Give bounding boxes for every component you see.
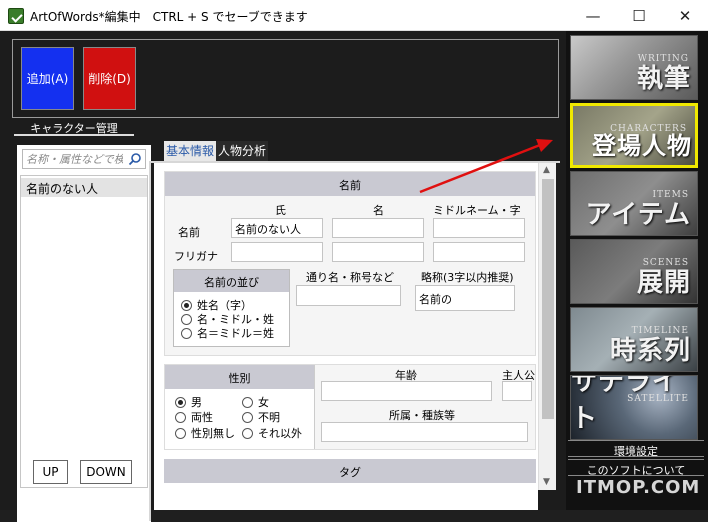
gender-option-label: 女 <box>258 396 269 409</box>
col-family-label: 氏 <box>275 204 286 217</box>
given-name-field[interactable] <box>332 218 424 238</box>
up-button[interactable]: UP <box>33 460 68 484</box>
radio-selected-icon <box>175 396 186 408</box>
title-bar: ArtOfWords*編集中 CTRL + S でセーブできます — ☐ ✕ <box>0 0 708 31</box>
down-button[interactable]: DOWN <box>80 460 132 484</box>
gender-group: 性別 男 女 両性 不明 性別無し それ以外 <box>165 365 315 449</box>
list-item[interactable]: 名前のない人 <box>21 178 147 197</box>
nav-items-jp: アイテム <box>585 200 691 230</box>
tab-character-analysis[interactable]: 人物分析 <box>216 141 269 161</box>
scroll-thumb[interactable] <box>542 179 554 419</box>
gender-title: 性別 <box>165 365 314 389</box>
order-option-label: 名＝ミドル＝姓 <box>197 327 274 340</box>
character-manager-label: キャラクター管理 <box>14 120 134 136</box>
maximize-button[interactable]: ☐ <box>616 0 662 31</box>
search-icon[interactable] <box>128 152 142 166</box>
alias-field[interactable] <box>296 285 401 306</box>
action-panel: 追加(A) 削除(D) <box>12 39 559 118</box>
nav-writing[interactable]: WRITING 執筆 <box>570 35 698 100</box>
nav-characters[interactable]: CHARACTERS 登場人物 <box>570 103 698 168</box>
radio-icon <box>175 411 186 423</box>
form-scrollbar[interactable]: ▲ ▼ <box>538 163 556 490</box>
affiliation-label: 所属・種族等 <box>389 409 455 422</box>
gender-option-other[interactable]: それ以外 <box>242 425 302 441</box>
gender-option-unknown[interactable]: 不明 <box>242 409 280 425</box>
name-section: 名前 氏 名 ミドルネーム・字 名前 フリガナ 名前のない人 名前の並び 姓名（… <box>164 171 536 356</box>
gender-option-none[interactable]: 性別無し <box>175 425 235 441</box>
nav-satellite[interactable]: SATELLITE サテライト <box>570 375 698 440</box>
nav-scenes[interactable]: SCENES 展開 <box>570 239 698 304</box>
abbreviation-label: 略称(3字以内推奨) <box>421 271 514 284</box>
about-button[interactable]: このソフトについて <box>568 459 704 477</box>
nav-scenes-jp: 展開 <box>636 268 691 298</box>
family-name-field[interactable]: 名前のない人 <box>231 218 323 238</box>
radio-icon <box>175 427 186 439</box>
name-order-title: 名前の並び <box>174 270 289 292</box>
age-field[interactable] <box>321 381 492 401</box>
tab-basic-info[interactable]: 基本情報 <box>164 141 217 161</box>
col-given-label: 名 <box>373 204 384 217</box>
name-row-label: 名前 <box>178 226 200 239</box>
radio-icon <box>242 427 253 439</box>
order-option-3[interactable]: 名＝ミドル＝姓 <box>181 325 274 341</box>
gender-option-label: 性別無し <box>191 427 235 440</box>
search-box <box>22 149 146 169</box>
character-panel: 名前のない人 UP DOWN <box>17 145 151 522</box>
alias-label: 通り名・称号など <box>306 271 394 284</box>
furigana-family-field[interactable] <box>231 242 323 262</box>
search-input[interactable] <box>23 150 123 168</box>
navigation-sidebar: WRITING 執筆 CHARACTERS 登場人物 ITEMS アイテム SC… <box>566 31 708 510</box>
gender-option-label: それ以外 <box>258 427 302 440</box>
gender-section: 性別 男 女 両性 不明 性別無し それ以外 年齢 主人公 所属・種族等 <box>164 364 536 450</box>
minimize-button[interactable]: — <box>570 0 616 31</box>
add-button[interactable]: 追加(A) <box>21 47 74 110</box>
close-button[interactable]: ✕ <box>662 0 708 31</box>
character-list: 名前のない人 <box>20 175 148 488</box>
affiliation-field[interactable] <box>321 422 528 442</box>
middle-name-field[interactable] <box>433 218 525 238</box>
nav-writing-jp: 執筆 <box>636 64 691 94</box>
settings-button[interactable]: 環境設定 <box>568 440 704 458</box>
furigana-given-field[interactable] <box>332 242 424 262</box>
gender-option-female[interactable]: 女 <box>242 394 269 410</box>
nav-satellite-jp: サテライト <box>571 375 680 434</box>
app-icon <box>8 8 24 24</box>
form-area: 名前 氏 名 ミドルネーム・字 名前 フリガナ 名前のない人 名前の並び 姓名（… <box>154 163 538 510</box>
furigana-middle-field[interactable] <box>433 242 525 262</box>
watermark: ITMOP.COM <box>576 477 701 498</box>
delete-button[interactable]: 削除(D) <box>83 47 136 110</box>
nav-characters-jp: 登場人物 <box>592 132 692 160</box>
name-section-header: 名前 <box>165 172 535 196</box>
nav-timeline[interactable]: TIMELINE 時系列 <box>570 307 698 372</box>
scroll-down-icon[interactable]: ▼ <box>543 477 550 487</box>
name-order-group: 名前の並び 姓名（字） 名・ミドル・姓 名＝ミドル＝姓 <box>173 269 290 347</box>
gender-option-label: 両性 <box>191 411 213 424</box>
col-middle-label: ミドルネーム・字 <box>433 204 521 217</box>
gender-option-label: 男 <box>191 396 202 409</box>
gender-option-label: 不明 <box>258 411 280 424</box>
main-area: 追加(A) 削除(D) キャラクター管理 名前のない人 UP DOWN 基本情報… <box>0 31 566 522</box>
radio-icon <box>242 411 253 423</box>
radio-icon <box>181 327 192 339</box>
tag-section-header: タグ <box>164 459 536 483</box>
window-title: ArtOfWords*編集中 CTRL + S でセーブできます <box>30 10 308 24</box>
panel-divider <box>149 161 151 521</box>
gender-option-both[interactable]: 両性 <box>175 409 213 425</box>
scroll-up-icon[interactable]: ▲ <box>543 165 550 175</box>
radio-icon <box>242 396 253 408</box>
abbreviation-field[interactable]: 名前の <box>415 285 515 311</box>
radio-selected-icon <box>181 299 192 311</box>
tab-bar: 基本情報 人物分析 <box>164 141 269 161</box>
nav-items[interactable]: ITEMS アイテム <box>570 171 698 236</box>
radio-icon <box>181 313 192 325</box>
furigana-row-label: フリガナ <box>174 250 218 263</box>
nav-timeline-jp: 時系列 <box>609 336 691 366</box>
protagonist-field[interactable] <box>502 381 532 401</box>
gender-option-male[interactable]: 男 <box>175 394 202 410</box>
